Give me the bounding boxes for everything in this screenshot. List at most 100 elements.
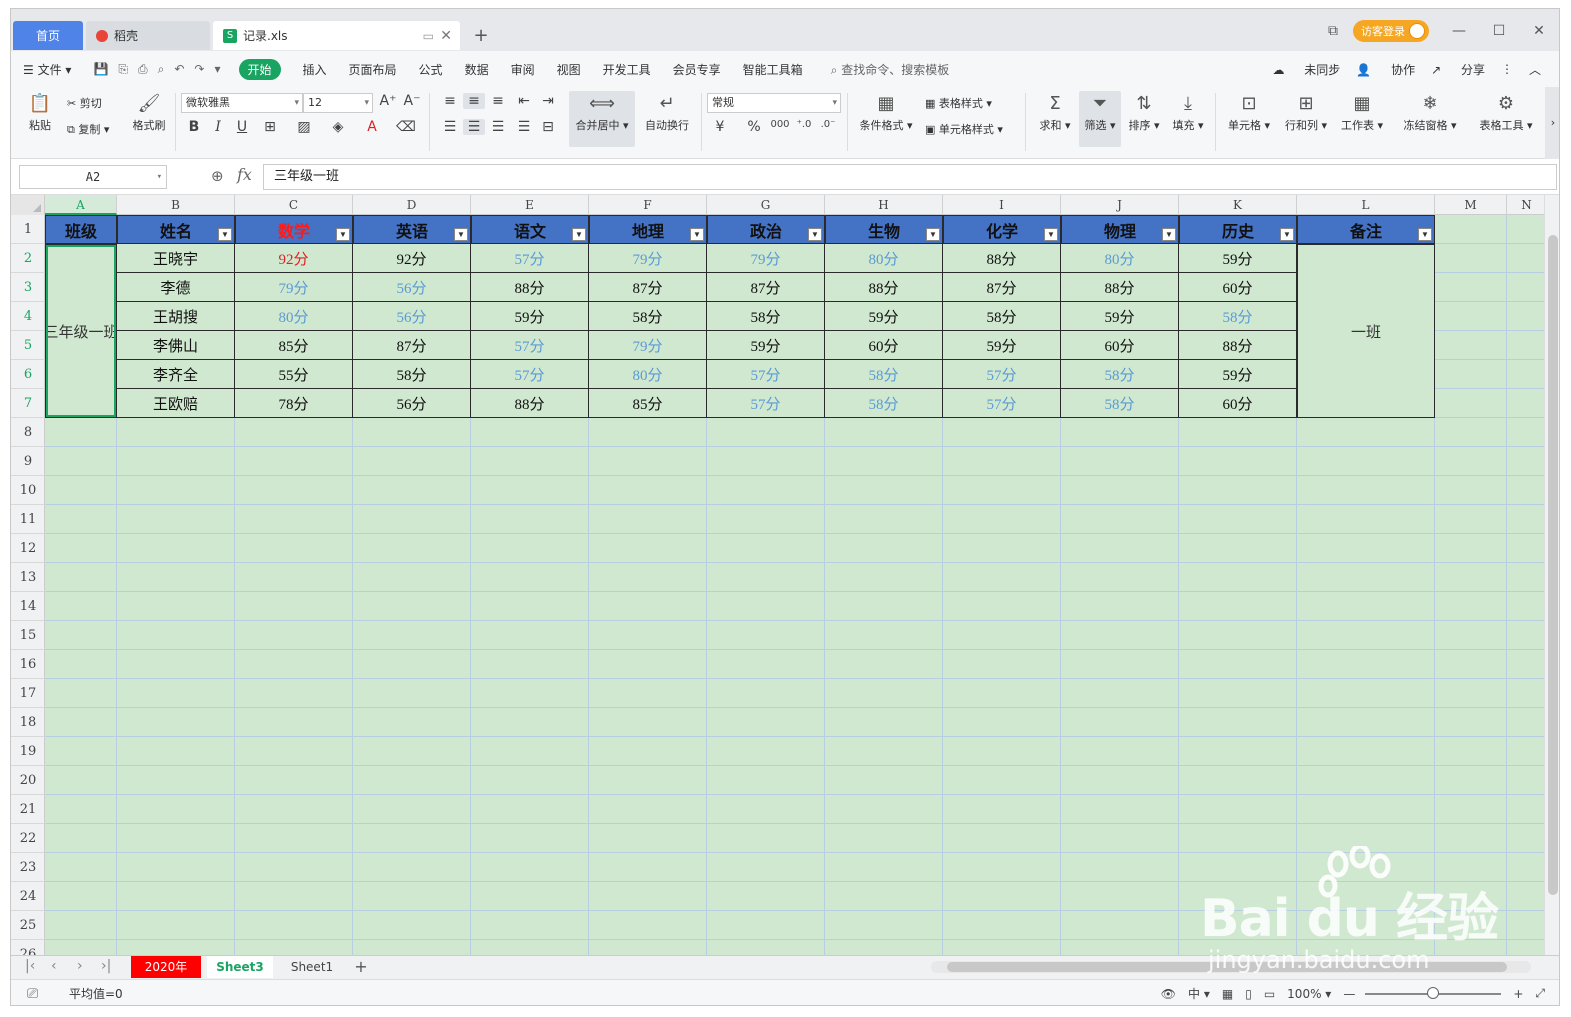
- name-cell[interactable]: 李齐全: [117, 360, 235, 389]
- score-cell[interactable]: 56分: [353, 273, 471, 302]
- menu-tab-member[interactable]: 会员专享: [673, 61, 721, 78]
- function-icon[interactable]: fx: [237, 165, 252, 184]
- italic-button[interactable]: I: [207, 119, 229, 135]
- column-header-a[interactable]: A: [45, 195, 117, 215]
- score-cell[interactable]: 92分: [353, 244, 471, 273]
- font-size-select[interactable]: 12: [303, 93, 373, 113]
- header-cell[interactable]: 班级: [45, 215, 117, 244]
- sheet-tab-sheet1[interactable]: Sheet1: [279, 956, 345, 978]
- print-icon[interactable]: ⎙: [138, 62, 148, 77]
- row-header-2[interactable]: 2: [11, 244, 45, 273]
- score-cell[interactable]: 79分: [589, 331, 707, 360]
- tab-docer[interactable]: 稻壳: [86, 21, 210, 50]
- filter-button[interactable]: ⏷ 筛选 ▾: [1079, 91, 1121, 147]
- row-header-12[interactable]: 12: [11, 534, 45, 563]
- command-search[interactable]: ⌕ 查找命令、搜索模板: [831, 61, 950, 78]
- score-cell[interactable]: 58分: [1179, 302, 1297, 331]
- number-format-select[interactable]: 常规: [707, 93, 841, 113]
- score-cell[interactable]: 85分: [589, 389, 707, 418]
- score-cell[interactable]: 79分: [707, 244, 825, 273]
- row-header-24[interactable]: 24: [11, 882, 45, 911]
- score-cell[interactable]: 60分: [1179, 389, 1297, 418]
- undo-icon[interactable]: ↶: [174, 62, 184, 76]
- filter-dropdown-icon[interactable]: ▼: [1280, 228, 1294, 241]
- name-cell[interactable]: 王欧赔: [117, 389, 235, 418]
- score-cell[interactable]: 87分: [353, 331, 471, 360]
- redo-icon[interactable]: ↷: [194, 62, 204, 76]
- prev-sheet-icon[interactable]: ‹: [51, 958, 57, 974]
- column-header-d[interactable]: D: [353, 195, 471, 215]
- row-header-20[interactable]: 20: [11, 766, 45, 795]
- cut-button[interactable]: ✂ 剪切: [67, 95, 102, 111]
- quick-access-dropdown-icon[interactable]: ▾: [214, 62, 220, 76]
- score-cell[interactable]: 59分: [943, 331, 1061, 360]
- header-cell[interactable]: 语文 ▼: [471, 215, 589, 244]
- score-cell[interactable]: 57分: [943, 389, 1061, 418]
- row-header-7[interactable]: 7: [11, 389, 45, 418]
- filter-dropdown-icon[interactable]: ▼: [690, 228, 704, 241]
- header-cell[interactable]: 姓名 ▼: [117, 215, 235, 244]
- column-header-e[interactable]: E: [471, 195, 589, 215]
- align-left-icon[interactable]: ☰: [439, 119, 461, 135]
- score-cell[interactable]: 85分: [235, 331, 353, 360]
- score-cell[interactable]: 58分: [943, 302, 1061, 331]
- window-pin-icon[interactable]: ▭: [423, 29, 434, 43]
- first-sheet-icon[interactable]: |‹: [25, 958, 35, 974]
- row-header-3[interactable]: 3: [11, 273, 45, 302]
- zoom-in-icon[interactable]: +: [1513, 987, 1523, 1001]
- font-family-select[interactable]: 微软雅黑: [181, 93, 303, 113]
- filter-dropdown-icon[interactable]: ▼: [1044, 228, 1058, 241]
- row-header-10[interactable]: 10: [11, 476, 45, 505]
- row-header-26[interactable]: 26: [11, 940, 45, 955]
- score-cell[interactable]: 60分: [1179, 273, 1297, 302]
- zoom-slider[interactable]: [1365, 986, 1502, 999]
- row-header-4[interactable]: 4: [11, 302, 45, 331]
- score-cell[interactable]: 58分: [825, 389, 943, 418]
- justify-icon[interactable]: ☰: [513, 119, 535, 135]
- menu-tab-page-layout[interactable]: 页面布局: [349, 61, 397, 78]
- page-layout-view-icon[interactable]: ▯: [1245, 987, 1252, 1001]
- zoom-slider-knob[interactable]: [1427, 986, 1440, 999]
- table-tools-button[interactable]: ⚙ 表格工具 ▾: [1475, 91, 1537, 133]
- maximize-icon[interactable]: ☐: [1479, 23, 1519, 39]
- sheet-tab-sheet3[interactable]: Sheet3: [207, 956, 273, 978]
- score-cell[interactable]: 57分: [471, 360, 589, 389]
- select-all-corner[interactable]: [11, 195, 45, 215]
- score-cell[interactable]: 92分: [235, 244, 353, 273]
- percent-button[interactable]: %: [743, 119, 765, 135]
- name-cell[interactable]: 李德: [117, 273, 235, 302]
- zoom-out-icon[interactable]: —: [1343, 987, 1355, 1001]
- format-painter-button[interactable]: 🖌 格式刷: [129, 91, 169, 133]
- menu-tab-developer[interactable]: 开发工具: [603, 61, 651, 78]
- row-header-1[interactable]: 1: [11, 215, 45, 244]
- header-cell[interactable]: 化学 ▼: [943, 215, 1061, 244]
- close-tab-icon[interactable]: ✕: [440, 28, 452, 44]
- align-center-icon[interactable]: ☰: [463, 119, 485, 135]
- score-cell[interactable]: 88分: [825, 273, 943, 302]
- fill-color-icon[interactable]: ◈: [327, 119, 349, 135]
- name-cell[interactable]: 王晓宇: [117, 244, 235, 273]
- column-header-h[interactable]: H: [825, 195, 943, 215]
- header-cell[interactable]: 数学 ▼: [235, 215, 353, 244]
- score-cell[interactable]: 88分: [471, 273, 589, 302]
- decrease-font-icon[interactable]: A⁻: [401, 93, 423, 109]
- export-icon[interactable]: ⎘: [118, 62, 128, 77]
- score-cell[interactable]: 59分: [825, 302, 943, 331]
- menu-tab-review[interactable]: 审阅: [511, 61, 535, 78]
- column-header-c[interactable]: C: [235, 195, 353, 215]
- header-cell[interactable]: 政治 ▼: [707, 215, 825, 244]
- score-cell[interactable]: 79分: [235, 273, 353, 302]
- score-cell[interactable]: 58分: [707, 302, 825, 331]
- align-bottom-icon[interactable]: ≡: [487, 93, 509, 109]
- score-cell[interactable]: 59分: [1179, 360, 1297, 389]
- row-header-22[interactable]: 22: [11, 824, 45, 853]
- row-column-button[interactable]: ⊞ 行和列 ▾: [1281, 91, 1331, 133]
- row-header-14[interactable]: 14: [11, 592, 45, 621]
- cell-button[interactable]: ⊡ 单元格 ▾: [1225, 91, 1273, 133]
- collaborate-button[interactable]: 👤 协作: [1356, 61, 1415, 78]
- border-icon[interactable]: ⊞: [259, 119, 281, 135]
- score-cell[interactable]: 56分: [353, 389, 471, 418]
- score-cell[interactable]: 59分: [1061, 302, 1179, 331]
- filter-dropdown-icon[interactable]: ▼: [1418, 228, 1432, 241]
- score-cell[interactable]: 59分: [471, 302, 589, 331]
